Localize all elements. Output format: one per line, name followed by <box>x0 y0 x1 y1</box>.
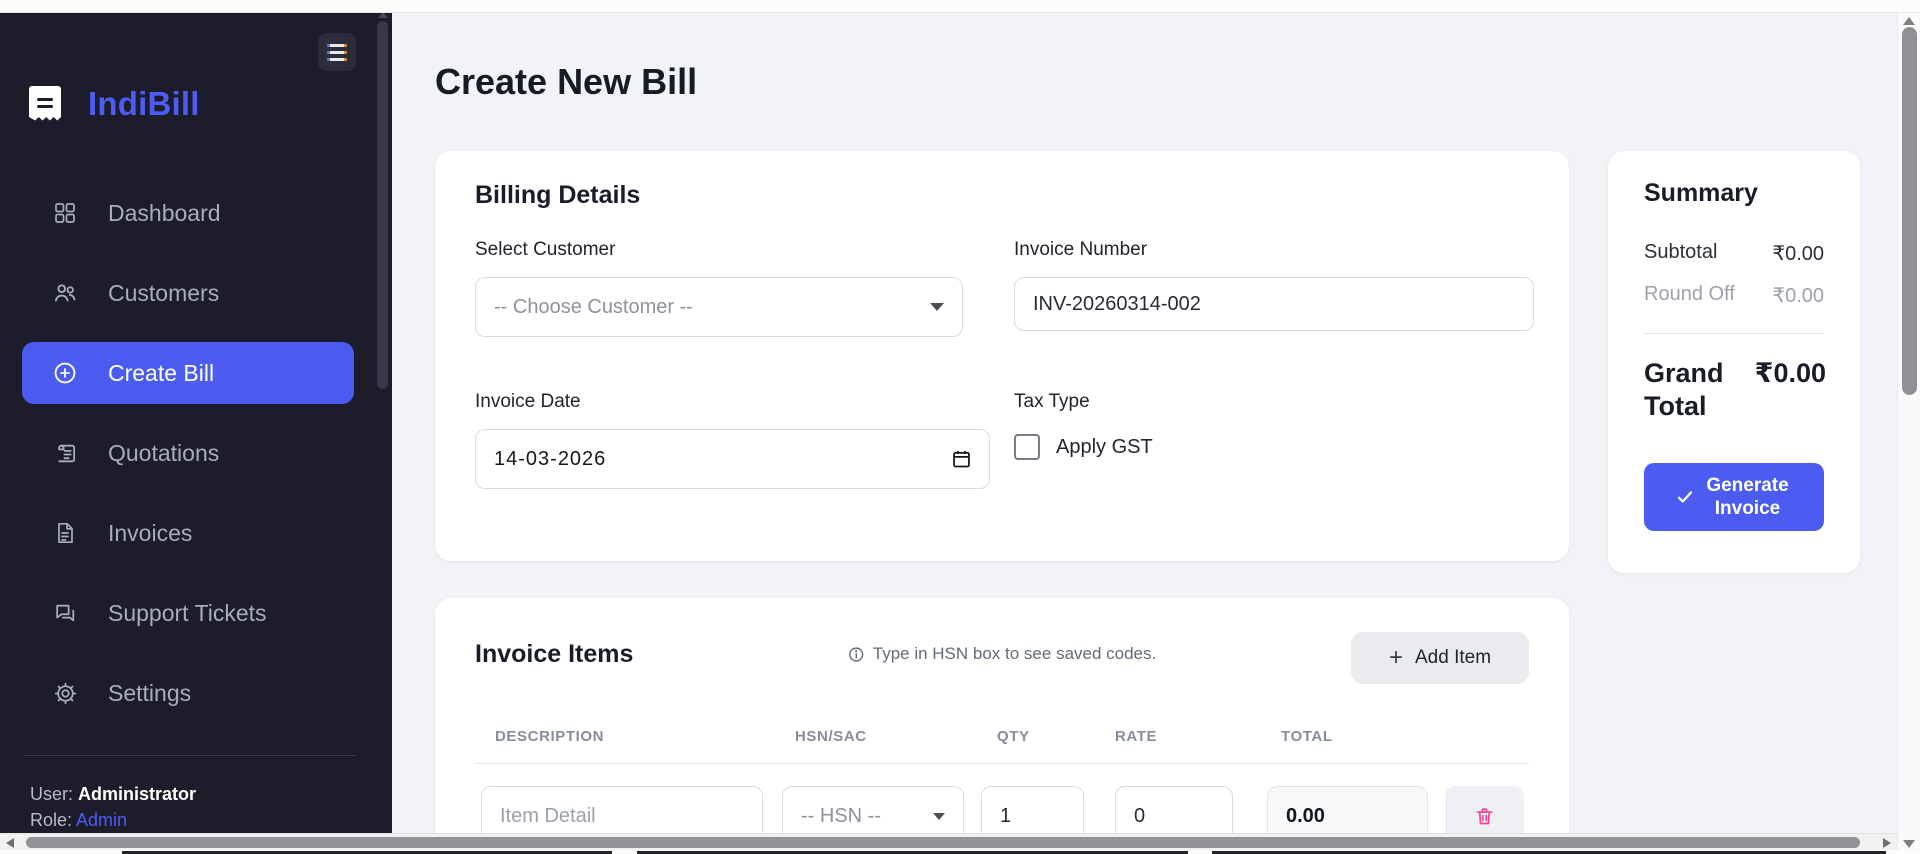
subtotal-row: Subtotal ₹0.00 <box>1644 241 1824 266</box>
user-line: User: Administrator <box>30 784 197 804</box>
hsn-hint: Type in HSN box to see saved codes. <box>848 644 1157 664</box>
hsn-select-value: -- HSN -- <box>801 804 881 827</box>
sidebar-item-create-bill[interactable]: Create Bill <box>22 342 354 404</box>
invoice-date-input[interactable] <box>475 429 990 489</box>
create-bill-icon <box>52 360 78 386</box>
roundoff-label: Round Off <box>1644 283 1735 305</box>
app-logo[interactable]: IndiBill <box>28 85 200 123</box>
invoice-number-label: Invoice Number <box>1014 239 1148 260</box>
invoice-items-card: Invoice Items Type in HSN box to see sav… <box>435 598 1569 854</box>
col-rate: RATE <box>1115 728 1158 745</box>
sidebar-scrollbar[interactable] <box>374 12 392 850</box>
col-total: TOTAL <box>1281 728 1333 745</box>
grand-total-value: ₹0.00 <box>1754 358 1826 388</box>
generate-invoice-label: Generate Invoice <box>1706 475 1789 519</box>
subtotal-label: Subtotal <box>1644 241 1718 263</box>
sidebar-item-invoices[interactable]: Invoices <box>0 493 376 573</box>
invoice-items-heading: Invoice Items <box>475 640 634 668</box>
sidebar-divider <box>24 755 356 756</box>
info-icon <box>849 646 864 662</box>
sidebar-item-label: Create Bill <box>108 359 215 386</box>
scroll-down-arrow[interactable] <box>1903 840 1915 848</box>
sidebar-scrollbar-thumb[interactable] <box>377 21 388 389</box>
invoices-icon <box>52 520 78 546</box>
app-window: IndiBill Dashboard Customers Create Bill <box>0 0 1920 854</box>
page-title: Create New Bill <box>435 61 698 102</box>
sidebar-item-settings[interactable]: Settings <box>0 653 376 733</box>
plus-icon: + <box>1388 644 1403 671</box>
customers-icon <box>52 280 78 306</box>
sidebar-item-support-tickets[interactable]: Support Tickets <box>0 573 376 653</box>
hsn-hint-text: Type in HSN box to see saved codes. <box>872 644 1157 663</box>
table-divider <box>475 763 1529 764</box>
sidebar-item-label: Customers <box>108 279 220 306</box>
quotations-icon <box>52 440 78 466</box>
sidebar: IndiBill Dashboard Customers Create Bill <box>0 12 392 850</box>
role-line: Role: Admin <box>30 810 128 830</box>
sidebar-item-label: Invoices <box>108 519 193 546</box>
sidebar-item-customers[interactable]: Customers <box>0 253 376 333</box>
sidebar-item-label: Settings <box>108 679 192 706</box>
roundoff-row: Round Off ₹0.00 <box>1644 283 1824 308</box>
sidebar-nav: Dashboard Customers Create Bill Quotatio… <box>0 173 376 733</box>
roundoff-value: ₹0.00 <box>1772 285 1824 307</box>
bottom-edge <box>0 850 1920 854</box>
subtotal-value: ₹0.00 <box>1772 243 1824 265</box>
billing-details-heading: Billing Details <box>475 181 641 209</box>
sidebar-item-label: Support Tickets <box>108 599 267 626</box>
vertical-scrollbar[interactable] <box>1897 13 1920 854</box>
invoice-number-input[interactable] <box>1014 277 1534 331</box>
chevron-down-icon <box>930 303 944 311</box>
hamburger-icon <box>327 43 347 47</box>
chevron-down-icon <box>933 812 945 820</box>
apply-gst-checkbox[interactable] <box>1014 434 1040 460</box>
summary-card: Summary Subtotal ₹0.00 Round Off ₹0.00 G… <box>1608 151 1860 573</box>
main-content: Create New Bill Billing Details Select C… <box>392 13 1897 854</box>
col-qty: QTY <box>997 728 1030 745</box>
top-strip <box>0 0 1920 13</box>
sidebar-item-label: Dashboard <box>108 199 221 226</box>
horizontal-scrollbar[interactable] <box>0 833 1897 850</box>
calendar-icon[interactable] <box>951 449 972 470</box>
billing-details-card: Billing Details Select Customer -- Choos… <box>435 151 1569 561</box>
select-customer-label: Select Customer <box>475 239 616 260</box>
sidebar-toggle-button[interactable] <box>318 33 356 71</box>
sidebar-user-info: User: Administrator Role: Admin <box>30 781 196 833</box>
customer-select-value: -- Choose Customer -- <box>494 295 693 318</box>
app-name: IndiBill <box>88 85 200 122</box>
summary-heading: Summary <box>1644 179 1758 207</box>
settings-icon <box>52 680 78 706</box>
scroll-left-arrow[interactable] <box>6 838 14 848</box>
receipt-icon <box>29 86 61 121</box>
sidebar-item-label: Quotations <box>108 439 220 466</box>
dashboard-icon <box>52 200 78 226</box>
tax-type-label: Tax Type <box>1014 391 1090 412</box>
grand-total-label: Grand Total <box>1644 358 1724 421</box>
add-item-button[interactable]: + Add Item <box>1351 632 1529 684</box>
invoice-items-header: Invoice Items Type in HSN box to see sav… <box>475 632 1529 688</box>
col-description: DESCRIPTION <box>495 728 605 745</box>
grand-total-row: Grand Total ₹0.00 <box>1644 357 1826 423</box>
sidebar-item-quotations[interactable]: Quotations <box>0 413 376 493</box>
generate-invoice-button[interactable]: Generate Invoice <box>1644 463 1824 531</box>
invoice-date-label: Invoice Date <box>475 391 581 412</box>
summary-divider <box>1644 333 1824 334</box>
check-icon <box>1677 491 1692 503</box>
customer-select[interactable]: -- Choose Customer -- <box>475 277 963 337</box>
scroll-up-arrow[interactable] <box>1903 17 1915 25</box>
support-tickets-icon <box>52 600 78 626</box>
sidebar-item-dashboard[interactable]: Dashboard <box>0 173 376 253</box>
add-item-label: Add Item <box>1414 647 1492 668</box>
invoice-date-field[interactable] <box>475 429 990 489</box>
vertical-scrollbar-thumb[interactable] <box>1902 27 1917 395</box>
trash-icon <box>1476 807 1493 824</box>
apply-gst-label: Apply GST <box>1056 435 1153 458</box>
col-hsn-sac: HSN/SAC <box>795 728 867 745</box>
apply-gst-row: Apply GST <box>1014 434 1153 460</box>
horizontal-scrollbar-thumb[interactable] <box>26 837 1860 848</box>
user-name: Administrator <box>78 784 197 804</box>
user-role: Admin <box>76 810 128 830</box>
scroll-right-arrow[interactable] <box>1883 838 1891 848</box>
